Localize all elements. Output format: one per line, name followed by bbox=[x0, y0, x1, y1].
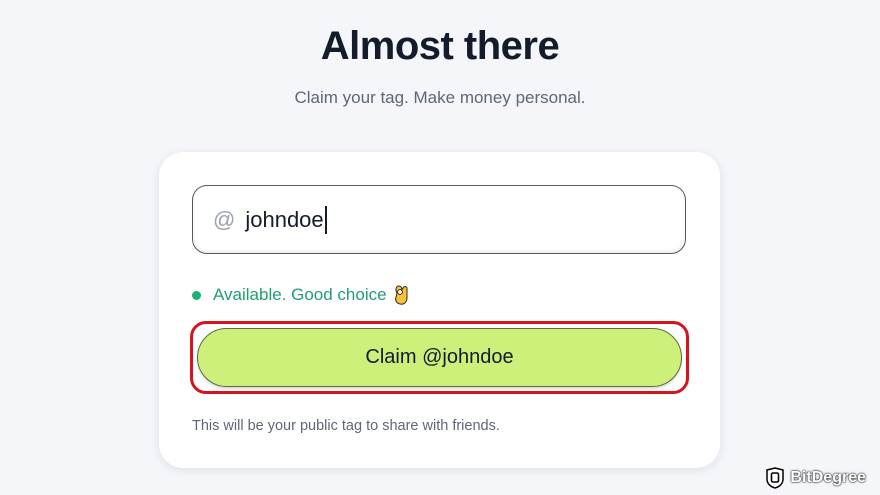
page-title: Almost there bbox=[320, 24, 560, 68]
tag-input-value[interactable]: johndoe bbox=[245, 207, 323, 233]
tag-input[interactable]: @ johndoe bbox=[192, 185, 686, 254]
availability-text: Available. Good choice bbox=[213, 285, 387, 304]
ok-hand-icon bbox=[392, 284, 412, 306]
page-subtitle: Claim your tag. Make money personal. bbox=[294, 88, 586, 107]
text-caret bbox=[324, 205, 327, 234]
watermark: BitDegree bbox=[765, 467, 866, 489]
bitdegree-logo-icon bbox=[765, 467, 785, 489]
helper-text: This will be your public tag to share wi… bbox=[192, 418, 500, 434]
availability-status: Available. Good choice bbox=[192, 284, 412, 306]
status-dot-icon bbox=[192, 290, 201, 300]
claim-tag-card: @ johndoe Available. Good choice Claim @… bbox=[159, 152, 720, 468]
claim-button[interactable]: Claim @johndoe bbox=[197, 328, 682, 387]
claim-button-highlight: Claim @johndoe bbox=[190, 321, 689, 394]
watermark-brand: BitDegree bbox=[790, 469, 866, 486]
at-prefix: @ bbox=[213, 206, 236, 232]
